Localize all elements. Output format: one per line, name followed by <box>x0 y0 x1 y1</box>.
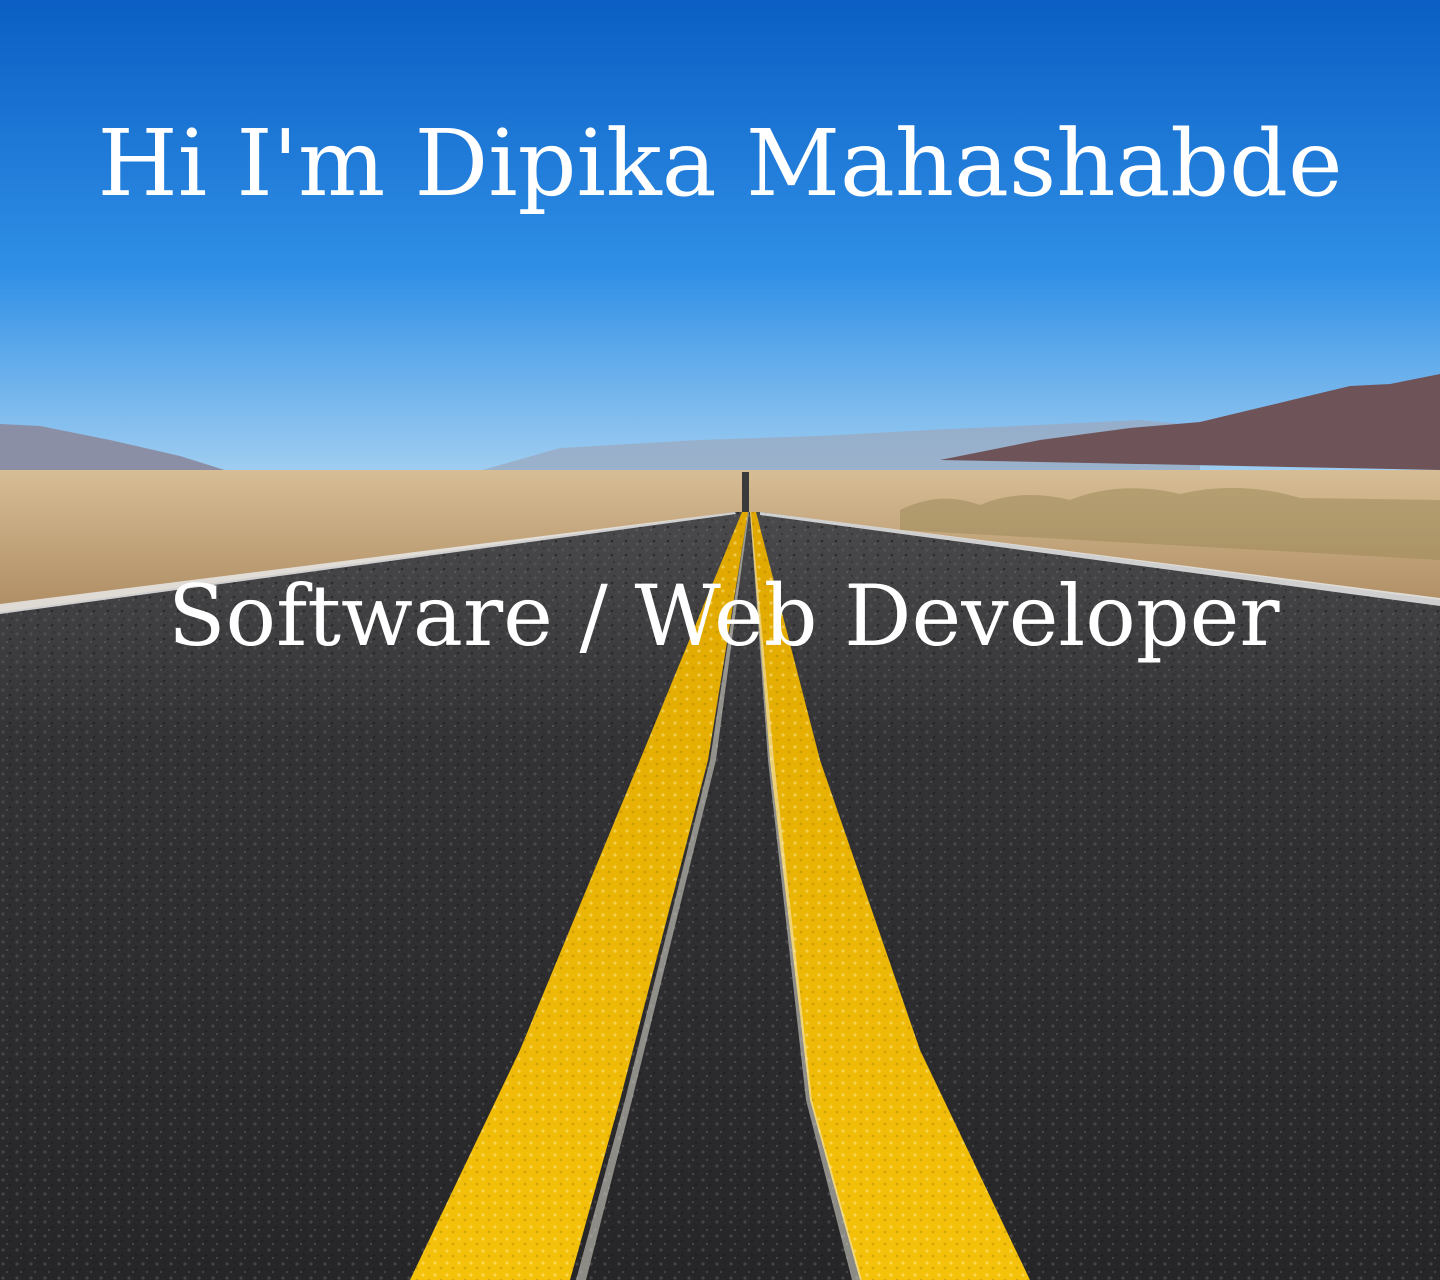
hero-greeting: Hi I'm Dipika Mahashabde <box>97 110 1343 217</box>
hero-banner: Hi I'm Dipika Mahashabde Software / Web … <box>0 0 1440 1280</box>
hero-role: Software / Web Developer <box>168 567 1280 665</box>
